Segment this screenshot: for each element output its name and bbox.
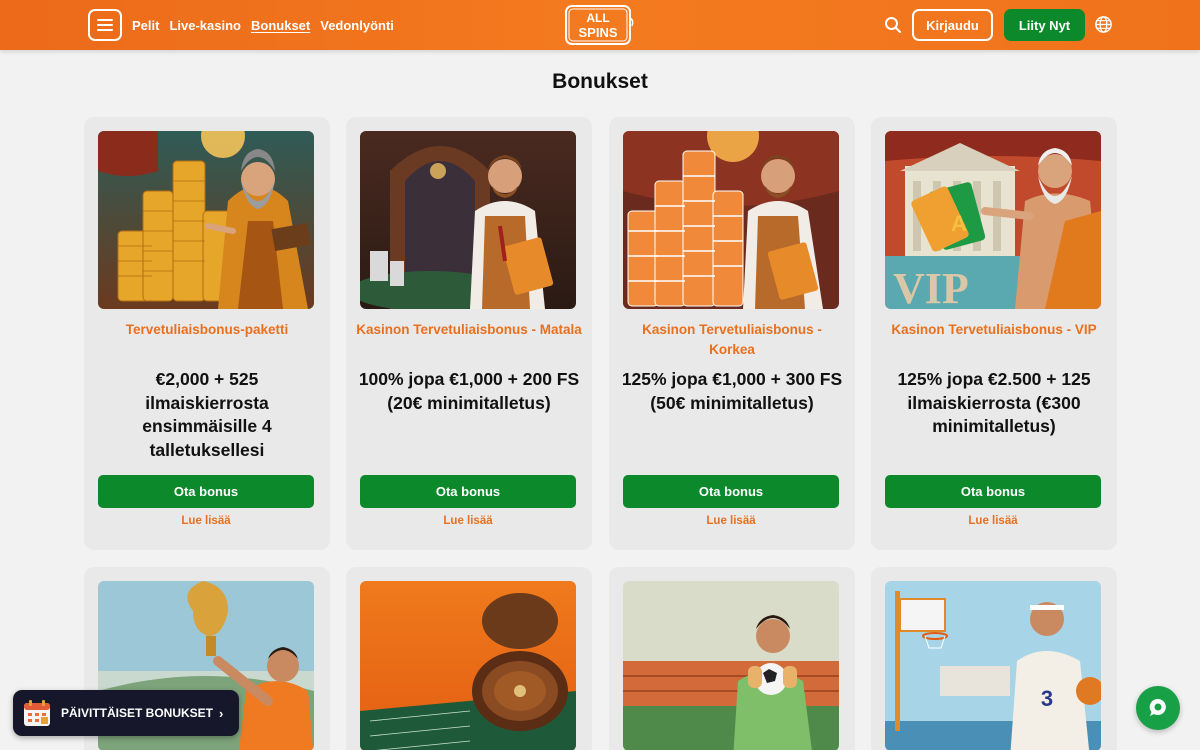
bonus-card-welcome-package: Tervetuliaisbonus-paketti €2,000 + 525 i… [84, 117, 330, 550]
search-icon[interactable] [883, 15, 903, 35]
bonus-headline: 125% jopa €2.500 + 125 ilmaiskierrosta (… [897, 369, 1091, 436]
wizard-with-coins-image[interactable] [98, 131, 314, 309]
chat-button[interactable] [1136, 686, 1180, 730]
bonus-headline: 125% jopa €1,000 + 300 FS (50€ minimital… [621, 369, 843, 413]
menu-button[interactable] [88, 9, 122, 41]
nav-pelit[interactable]: Pelit [132, 18, 159, 33]
croupier-with-chips-image[interactable] [623, 131, 839, 309]
nav-vedonlyonti[interactable]: Vedonlyönti [320, 18, 394, 33]
site-header: Pelit Live-kasino Bonukset Vedonlyönti A… [0, 0, 1200, 50]
bonus-subtitle: Tervetuliaisbonus-paketti [125, 322, 289, 337]
page-title: Bonukset [552, 70, 648, 93]
claim-bonus-button[interactable]: Ota bonus [98, 475, 314, 508]
nav-live-kasino[interactable]: Live-kasino [169, 18, 241, 33]
read-more-link[interactable]: Lue lisää [623, 515, 839, 527]
bonus-subtitle: Kasinon Tervetuliaisbonus - VIP [891, 322, 1097, 337]
goalkeeper-image[interactable] [623, 581, 839, 750]
bonus-card-casino-high: Kasinon Tervetuliaisbonus - Korkea 125% … [609, 117, 855, 550]
zeus-vip-image[interactable]: VIP A [885, 131, 1101, 309]
daily-bonus-button[interactable]: PÄIVITTÄISET BONUKSET › [13, 690, 239, 736]
logo-text-top: ALL [586, 11, 609, 25]
chevron-right-icon: › [219, 705, 224, 721]
bonus-card-casino-vip: VIP A Kasinon Tervetuliaisbonus - VIP 12… [871, 117, 1117, 550]
all-spins-logo[interactable]: ALL SPINS [563, 4, 637, 46]
globe-icon[interactable] [1094, 15, 1113, 34]
calendar-icon [24, 700, 50, 726]
claim-bonus-button[interactable]: Ota bonus [623, 475, 839, 508]
roulette-image[interactable] [360, 581, 576, 750]
bonus-headline: 100% jopa €1,000 + 200 FS (20€ minimital… [358, 369, 580, 413]
bonus-card-roulette [346, 567, 592, 750]
logo-text-bottom: SPINS [578, 25, 617, 40]
bonus-headline: €2,000 + 525 ilmaiskierrosta ensimmäisil… [142, 369, 272, 460]
bonus-card-basketball: 3 [871, 567, 1117, 750]
bonus-subtitle: Kasinon Tervetuliaisbonus - Korkea [642, 322, 822, 357]
vip-sign-text: VIP [893, 264, 969, 309]
main-nav: Pelit Live-kasino Bonukset Vedonlyönti [132, 0, 394, 50]
bonus-subtitle: Kasinon Tervetuliaisbonus - Matala [356, 322, 582, 337]
jersey-number: 3 [1041, 686, 1053, 711]
read-more-link[interactable]: Lue lisää [98, 515, 314, 527]
read-more-link[interactable]: Lue lisää [360, 515, 576, 527]
read-more-link[interactable]: Lue lisää [885, 515, 1101, 527]
basketball-image[interactable]: 3 [885, 581, 1101, 750]
nav-bonukset[interactable]: Bonukset [251, 18, 310, 33]
join-button[interactable]: Liity Nyt [1004, 9, 1085, 41]
card-letter-text: A [951, 211, 967, 236]
login-button[interactable]: Kirjaudu [912, 9, 993, 41]
daily-bonus-label: PÄIVITTÄISET BONUKSET [61, 706, 214, 720]
claim-bonus-button[interactable]: Ota bonus [885, 475, 1101, 508]
bonus-card-goalkeeper [609, 567, 855, 750]
croupier-casino-image[interactable] [360, 131, 576, 309]
chat-icon [1149, 698, 1166, 716]
menu-icon [97, 19, 113, 31]
claim-bonus-button[interactable]: Ota bonus [360, 475, 576, 508]
bonus-card-casino-low: Kasinon Tervetuliaisbonus - Matala 100% … [346, 117, 592, 550]
